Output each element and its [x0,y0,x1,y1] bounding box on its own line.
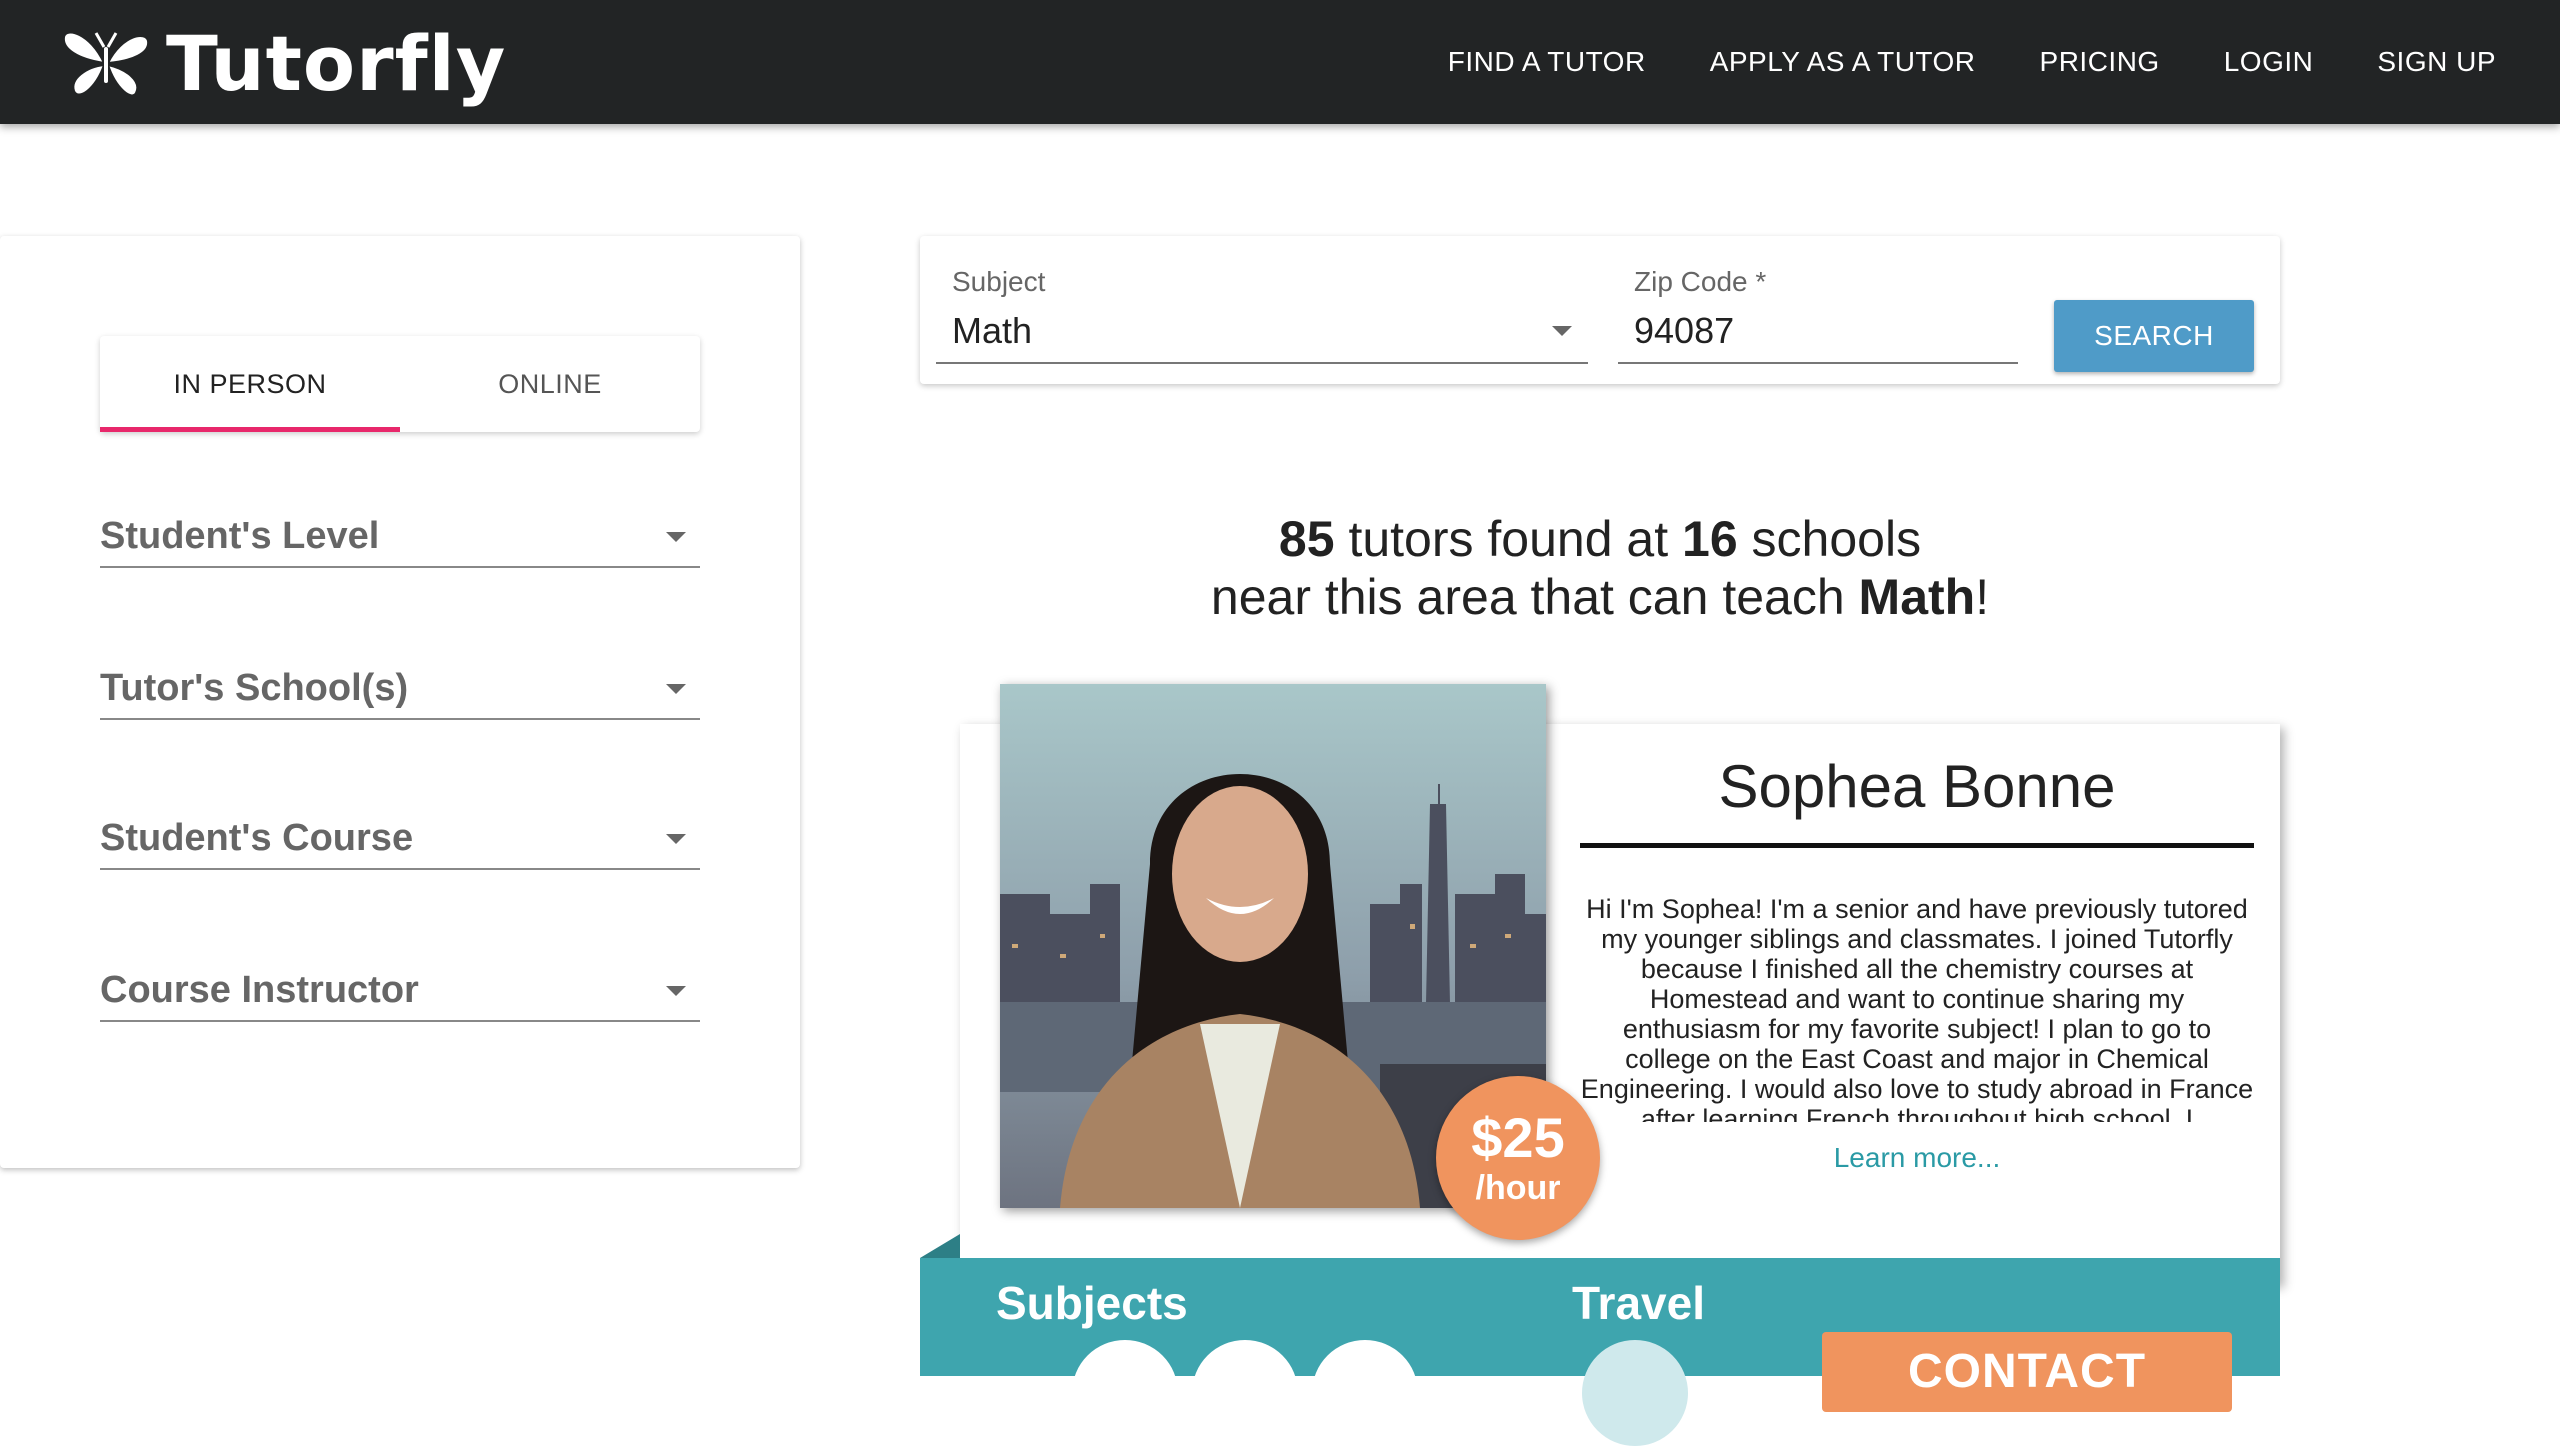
results-line-2: near this area that can teach Math! [920,568,2280,626]
travel-location-icon [1582,1340,1688,1446]
chevron-down-icon [1552,326,1572,336]
tab-online[interactable]: ONLINE [400,336,700,432]
zip-code-field[interactable]: Zip Code * 94087 [1618,266,2018,364]
nav-pricing[interactable]: PRICING [2040,46,2160,78]
brand[interactable]: Tutorfly [60,18,506,108]
results-headline: 85 tutors found at 16 schools near this … [920,510,2280,626]
subject-math-icon [1072,1340,1178,1446]
subjects-title: Subjects [996,1277,1188,1329]
tutors-school-select[interactable]: Tutor's School(s) [100,650,700,720]
search-bar: Subject Math Zip Code * 94087 SEARCH [920,236,2280,384]
top-nav: Tutorfly FIND A TUTOR APPLY AS A TUTOR P… [0,0,2560,124]
subject-select[interactable]: Subject Math [936,266,1588,364]
results-text: schools [1751,511,1922,567]
nav-links: FIND A TUTOR APPLY AS A TUTOR PRICING LO… [1384,0,2496,124]
school-count: 16 [1682,511,1738,567]
course-instructor-label: Course Instructor [100,969,419,1011]
chevron-down-icon [666,834,686,844]
students-course-select[interactable]: Student's Course [100,800,700,870]
tutor-count: 85 [1278,511,1335,567]
results-text: near this area that can teach [1210,569,1845,625]
contact-button[interactable]: CONTACT [1822,1332,2232,1412]
learn-more-link[interactable]: Learn more... [1580,1142,2254,1174]
subject-label: Subject [952,266,1046,297]
students-level-select[interactable]: Student's Level [100,498,700,568]
nav-sign-up[interactable]: SIGN UP [2377,46,2496,78]
results-text: tutors found at [1348,511,1669,567]
nav-find-a-tutor[interactable]: FIND A TUTOR [1448,46,1646,78]
results-subject: Math [1858,569,1976,625]
nav-apply-as-tutor[interactable]: APPLY AS A TUTOR [1710,46,1976,78]
subject-calculator-icon [1312,1340,1418,1446]
zip-code-value: 94087 [1634,310,1735,351]
butterfly-logo-icon [62,31,150,97]
chevron-down-icon [666,684,686,694]
filter-panel: IN PERSON ONLINE Student's Level Tutor's… [0,236,800,1168]
price-badge: $25 /hour [1436,1076,1600,1240]
results-line-1: 85 tutors found at 16 schools [920,510,2280,568]
tutor-name: Sophea Bonne [1580,752,2254,848]
zip-code-label: Zip Code * [1634,266,1767,297]
price-amount: $25 [1471,1106,1565,1169]
band-fold [920,1234,960,1258]
brand-name: Tutorfly [166,18,507,108]
mode-tabs: IN PERSON ONLINE [100,336,700,432]
subject-value: Math [952,310,1033,351]
chevron-down-icon [666,532,686,542]
students-course-label: Student's Course [100,817,414,859]
subject-algebra-icon [1192,1340,1298,1446]
tutors-school-label: Tutor's School(s) [100,667,409,709]
tab-in-person[interactable]: IN PERSON [100,336,400,432]
price-unit: /hour [1475,1169,1561,1207]
course-instructor-select[interactable]: Course Instructor [100,952,700,1022]
students-level-label: Student's Level [100,515,380,557]
travel-title: Travel [1572,1277,1705,1329]
nav-login[interactable]: LOGIN [2224,46,2314,78]
search-button[interactable]: SEARCH [2054,300,2254,372]
tutor-bio: Hi I'm Sophea! I'm a senior and have pre… [1580,894,2254,1122]
results-exclaim: ! [1975,569,1990,625]
chevron-down-icon [666,986,686,996]
